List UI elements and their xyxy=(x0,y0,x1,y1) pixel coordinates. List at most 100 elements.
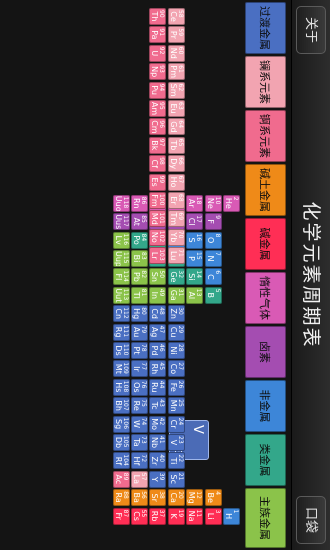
element-cell[interactable]: 21 Sc xyxy=(167,470,185,488)
element-cell[interactable]: 94 Pu xyxy=(149,81,167,99)
element-cell[interactable]: 29 Cu xyxy=(167,323,185,341)
element-cell[interactable]: 19 K xyxy=(167,507,185,525)
element-cell[interactable]: 65 Tb xyxy=(167,136,185,154)
element-cell[interactable]: 28 Ni xyxy=(167,342,185,359)
element-cell[interactable]: 103 Lr xyxy=(149,247,167,265)
element-cell[interactable]: 39 Y xyxy=(149,470,167,488)
element-cell[interactable]: 9F xyxy=(204,213,222,231)
element-cell[interactable]: 100 Fm xyxy=(149,192,167,209)
element-cell[interactable]: 83 Bi xyxy=(131,250,148,267)
element-cell[interactable]: 40 Zr xyxy=(149,452,167,470)
element-cell[interactable]: 112 Cn xyxy=(112,305,130,323)
element-cell[interactable]: 18 Ar xyxy=(186,194,204,212)
element-cell[interactable]: 56 Ba xyxy=(131,489,148,507)
element-cell[interactable]: 105 Db xyxy=(112,434,130,451)
element-cell[interactable]: 30 Zn xyxy=(167,305,185,323)
element-cell[interactable]: 85 At xyxy=(131,213,148,231)
element-cell[interactable]: 102 No xyxy=(149,228,167,246)
element-cell[interactable]: 43 Tc xyxy=(149,397,167,415)
legend-item[interactable]: 类金属 xyxy=(245,434,286,486)
element-cell[interactable]: 91 Pa xyxy=(149,26,167,44)
element-cell[interactable]: 42 Mo xyxy=(149,415,167,433)
element-cell[interactable]: 2 He xyxy=(223,194,240,212)
legend-item[interactable]: 镧系元素 xyxy=(245,56,286,108)
element-cell[interactable]: 48 Cd xyxy=(149,305,167,323)
element-cell[interactable]: 116 Lv xyxy=(112,231,130,249)
legend-item[interactable]: 主族金属 xyxy=(245,488,286,548)
element-cell[interactable]: 111 Rg xyxy=(112,323,130,341)
legend-item[interactable]: 卤素 xyxy=(245,326,286,378)
element-cell[interactable]: 96 Cm xyxy=(149,118,167,136)
element-cell[interactable]: 114 Fl xyxy=(112,268,130,286)
element-cell[interactable]: 110 Ds xyxy=(112,342,130,359)
element-cell[interactable]: 64 Gd xyxy=(167,118,185,136)
element-cell[interactable]: 95 Am xyxy=(149,100,167,117)
element-cell[interactable]: 47 Ag xyxy=(149,323,167,341)
element-cell[interactable]: 81 Tl xyxy=(131,286,148,304)
element-cell[interactable]: 15 P xyxy=(186,250,204,267)
element-cell[interactable]: 10 Ne xyxy=(204,194,222,212)
element-cell[interactable]: 5B xyxy=(204,286,222,304)
element-cell[interactable]: 107 Bh xyxy=(112,397,130,415)
element-cell[interactable]: 57 La xyxy=(131,470,148,488)
element-cell[interactable]: 59 Pr xyxy=(167,26,185,44)
element-cell[interactable]: 11 Na xyxy=(186,507,204,525)
element-cell[interactable]: 67 Ho xyxy=(167,173,185,191)
element-cell[interactable]: 63 Eu xyxy=(167,100,185,117)
element-cell[interactable]: 16 S xyxy=(186,231,204,249)
element-cell[interactable]: 62 Sm xyxy=(167,81,185,99)
element-cell[interactable]: 41 Nb xyxy=(149,434,167,451)
element-cell[interactable]: 23 V xyxy=(167,434,185,451)
element-cell[interactable]: 68 Er xyxy=(167,192,185,209)
element-cell[interactable]: 50 Sn xyxy=(149,268,167,286)
element-cell[interactable]: 79 Au xyxy=(131,323,148,341)
element-cell[interactable]: 76 Os xyxy=(131,378,148,396)
legend-item[interactable]: 非金属 xyxy=(245,380,286,432)
element-cell[interactable]: 26 Fe xyxy=(167,378,185,396)
element-cell[interactable]: 97 Bk xyxy=(149,136,167,154)
element-cell[interactable]: 109 Mt xyxy=(112,360,130,378)
legend-item[interactable]: 惰性气体 xyxy=(245,272,286,324)
element-cell[interactable]: 117 Uus xyxy=(112,213,130,231)
element-cell[interactable]: 80 Hg xyxy=(131,305,148,323)
element-cell[interactable]: 3 Li xyxy=(204,507,222,525)
element-cell[interactable]: 61 Pm xyxy=(167,63,185,81)
element-cell[interactable]: 99 Es xyxy=(149,173,167,191)
element-cell[interactable]: 72 Hf xyxy=(131,452,148,470)
element-cell[interactable]: 38 Sr xyxy=(149,489,167,507)
element-cell[interactable]: 8O xyxy=(204,231,222,249)
element-cell[interactable]: 104 Rf xyxy=(112,452,130,470)
element-cell[interactable]: 44 Ru xyxy=(149,378,167,396)
element-cell[interactable]: 89 Ac xyxy=(112,470,130,488)
element-cell[interactable]: 70 Yb xyxy=(167,228,185,246)
element-cell[interactable]: 24 Cr xyxy=(167,415,185,433)
legend-item[interactable]: 碱金属 xyxy=(245,218,286,270)
element-cell[interactable]: 98 Cf xyxy=(149,155,167,173)
back-button[interactable]: 口袋 xyxy=(296,496,326,544)
element-cell[interactable]: 58 Ce xyxy=(167,8,185,25)
element-cell[interactable]: 32 Ge xyxy=(167,268,185,286)
element-cell[interactable]: 4 Be xyxy=(204,489,222,507)
element-cell[interactable]: 6C xyxy=(204,268,222,286)
element-cell[interactable]: 66 Dy xyxy=(167,155,185,173)
element-cell[interactable]: 17 Cl xyxy=(186,213,204,231)
element-cell[interactable]: 93 Np xyxy=(149,63,167,81)
element-cell[interactable]: 73 Ta xyxy=(131,434,148,451)
element-cell[interactable]: 37 Rb xyxy=(149,507,167,525)
element-cell[interactable]: 88 Ra xyxy=(112,489,130,507)
element-cell[interactable]: 90 Th xyxy=(149,8,167,25)
element-cell[interactable]: 92 U xyxy=(149,44,167,62)
element-cell[interactable]: 12 Mg xyxy=(186,489,204,507)
legend-item[interactable]: 碱土金属 xyxy=(245,164,286,216)
element-cell[interactable]: 74 W xyxy=(131,415,148,433)
legend-item[interactable]: 过渡金属 xyxy=(245,2,286,54)
element-cell[interactable]: 69 Tm xyxy=(167,210,185,228)
element-cell[interactable]: 45 Rh xyxy=(149,360,167,378)
element-cell[interactable]: 14 Si xyxy=(186,268,204,286)
element-cell[interactable]: 77 Ir xyxy=(131,360,148,378)
element-cell[interactable]: 60 Nd xyxy=(167,44,185,62)
element-cell[interactable]: 46 Pd xyxy=(149,342,167,359)
element-cell[interactable]: 20 Ca xyxy=(167,489,185,507)
element-cell[interactable]: 82 Pb xyxy=(131,268,148,286)
element-cell[interactable]: 78 Pt xyxy=(131,342,148,359)
